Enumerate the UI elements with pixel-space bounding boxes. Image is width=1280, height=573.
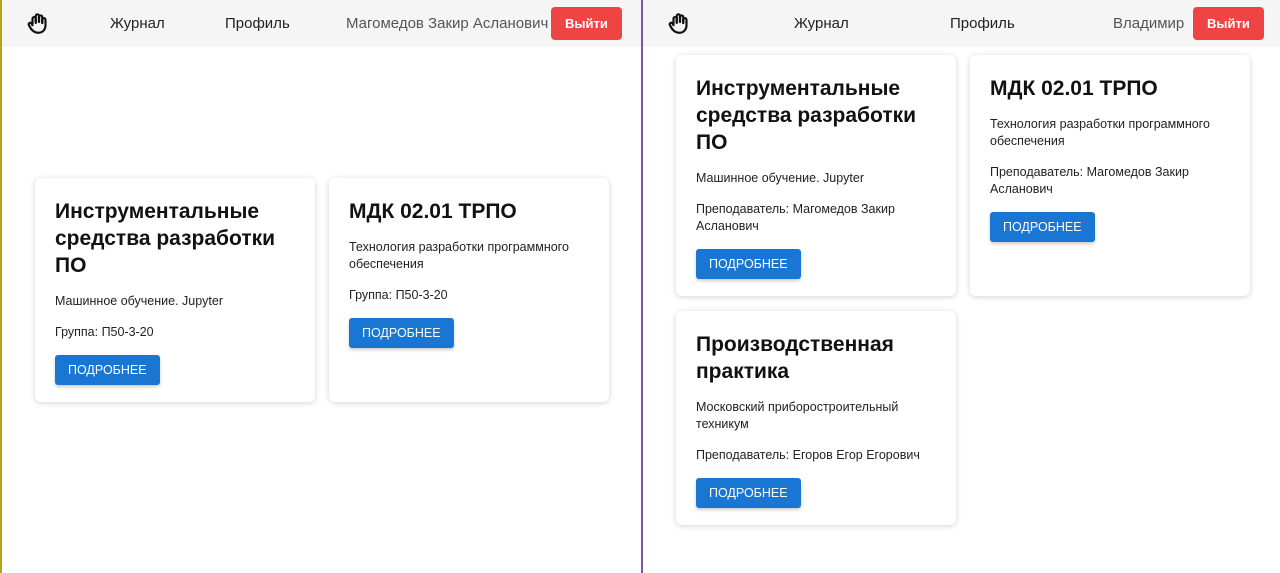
course-card: Инструментальные средства разработки ПО … — [676, 55, 956, 296]
user-name: Владимир — [1113, 15, 1185, 32]
course-title: МДК 02.01 ТРПО — [349, 200, 517, 223]
details-button[interactable]: ПОДРОБНЕЕ — [990, 212, 1095, 242]
course-description: Московский приборостроительный техникум — [696, 400, 899, 431]
hand-icon[interactable] — [667, 10, 693, 36]
nav-journal-link[interactable]: Журнал — [794, 0, 849, 47]
right-window: Журнал Профиль Владимир Выйти Инструмент… — [641, 0, 1280, 573]
course-description: Машинное обучение. Jupyter — [696, 171, 865, 185]
nav-profile-link[interactable]: Профиль — [225, 0, 290, 47]
course-card: МДК 02.01 ТРПО Технология разработки про… — [970, 55, 1250, 296]
user-name: Магомедов Закир Асланович — [346, 15, 549, 32]
navbar: Журнал Профиль Магомедов Закир Асланович… — [2, 0, 641, 47]
logout-button[interactable]: Выйти — [551, 7, 622, 40]
details-button[interactable]: ПОДРОБНЕЕ — [55, 355, 160, 385]
course-card: МДК 02.01 ТРПО Технология разработки про… — [329, 178, 609, 402]
hand-icon[interactable] — [26, 10, 52, 36]
left-window: Журнал Профиль Магомедов Закир Асланович… — [0, 0, 641, 573]
course-title: Инструментальные средства разработки ПО — [696, 77, 917, 154]
course-teacher: Преподаватель: Егоров Егор Егорович — [696, 448, 920, 462]
details-button[interactable]: ПОДРОБНЕЕ — [349, 318, 454, 348]
nav-journal-link[interactable]: Журнал — [110, 0, 165, 47]
details-button[interactable]: ПОДРОБНЕЕ — [696, 249, 801, 279]
course-title: Производственная практика — [696, 333, 894, 383]
course-teacher: Преподаватель: Магомедов Закир Асланович — [990, 165, 1189, 196]
logout-button[interactable]: Выйти — [1193, 7, 1264, 40]
course-title: Инструментальные средства разработки ПО — [55, 200, 276, 277]
course-group: Группа: П50-3-20 — [349, 288, 448, 302]
course-description: Машинное обучение. Jupyter — [55, 294, 224, 308]
navbar: Журнал Профиль Владимир Выйти — [643, 0, 1280, 47]
course-teacher: Преподаватель: Магомедов Закир Асланович — [696, 202, 895, 233]
course-group: Группа: П50-3-20 — [55, 325, 154, 339]
course-card: Инструментальные средства разработки ПО … — [35, 178, 315, 402]
nav-profile-link[interactable]: Профиль — [950, 0, 1015, 47]
course-title: МДК 02.01 ТРПО — [990, 77, 1158, 100]
course-card: Производственная практика Московский при… — [676, 311, 956, 525]
details-button[interactable]: ПОДРОБНЕЕ — [696, 478, 801, 508]
course-description: Технология разработки программного обесп… — [990, 117, 1210, 148]
course-description: Технология разработки программного обесп… — [349, 240, 569, 271]
